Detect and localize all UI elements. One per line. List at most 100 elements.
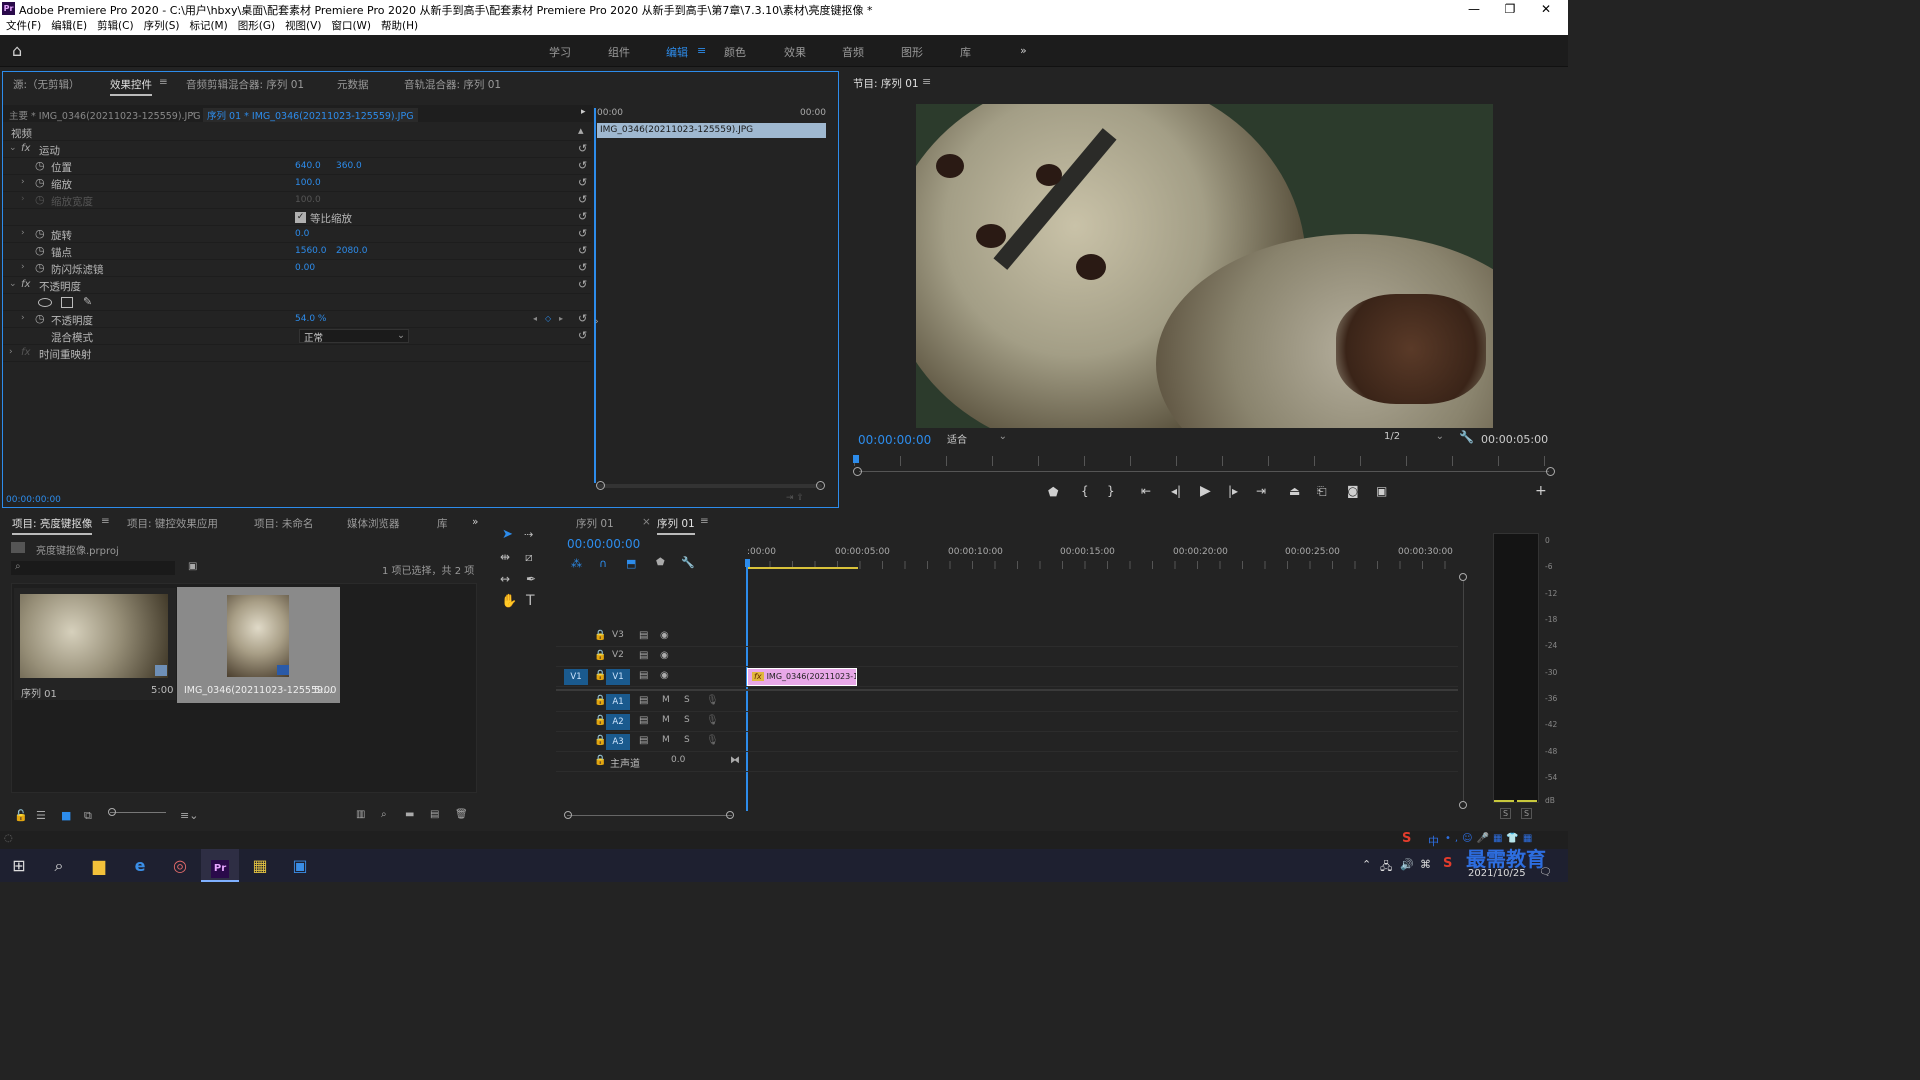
sync-lock-icon[interactable]: ▤ — [639, 670, 648, 681]
collapse-icon[interactable]: ⧓ — [730, 755, 740, 766]
rotation-value[interactable]: 0.0 — [295, 229, 309, 239]
panel-menu-icon[interactable]: ≡ — [159, 76, 168, 88]
lock-icon[interactable]: 🔓 — [14, 809, 28, 822]
add-marker-icon[interactable]: ⬟ — [656, 557, 665, 568]
anti-flicker-value[interactable]: 0.00 — [295, 263, 315, 273]
lock-icon[interactable]: 🔒 — [594, 755, 606, 766]
stopwatch-icon[interactable]: ◷ — [35, 159, 45, 172]
effect-opacity[interactable]: ⌄ fx 不透明度 ↺ — [3, 277, 591, 294]
menu-edit[interactable]: 编辑(E) — [51, 18, 87, 35]
reset-icon[interactable]: ↺ — [578, 244, 587, 257]
volume-icon[interactable]: 🔊 — [1400, 858, 1414, 871]
home-icon[interactable]: ⌂ — [12, 42, 32, 60]
fit-dropdown[interactable]: 适合 ⌄ — [943, 431, 1011, 446]
scroll-handle-left[interactable] — [596, 481, 605, 490]
vertical-scroll-handle[interactable] — [1459, 573, 1467, 581]
track-divider[interactable] — [556, 689, 1458, 691]
automate-to-sequence-icon[interactable]: ▥ — [356, 809, 365, 820]
program-timecode[interactable]: 00:00:00:00 — [858, 433, 931, 447]
effect-controls-timecode[interactable]: 00:00:00:00 — [6, 495, 61, 505]
track-target-v1[interactable]: V1 — [606, 669, 630, 685]
horizontal-scroll-handle[interactable] — [726, 811, 734, 819]
solo-left-button[interactable]: S — [1500, 808, 1512, 819]
new-bin-from-search-icon[interactable]: ▣ — [188, 561, 197, 572]
tab-project-keying[interactable]: 项目: 键控效果应用 — [127, 516, 218, 531]
effect-time-remap[interactable]: › fx 时间重映射 — [3, 345, 591, 362]
program-ruler[interactable] — [854, 456, 1552, 466]
position-x-value[interactable]: 640.0 — [295, 161, 321, 171]
notification-icon[interactable]: 🗨 — [1539, 867, 1552, 878]
file-explorer-icon[interactable]: ▆ — [80, 849, 118, 882]
lift-icon[interactable]: ⏏ — [1289, 484, 1300, 498]
edge-browser-icon[interactable]: e — [121, 849, 159, 882]
mute-button[interactable]: M — [662, 695, 670, 705]
master-volume-value[interactable]: 0.0 — [671, 755, 685, 765]
effect-motion[interactable]: ⌄ fx 运动 ↺ — [3, 141, 591, 158]
chevron-down-icon[interactable]: ⌄ — [189, 107, 197, 117]
reset-icon[interactable]: ↺ — [578, 278, 587, 291]
type-tool-icon[interactable]: T — [526, 593, 535, 609]
tab-media-browser[interactable]: 媒体浏览器 — [347, 516, 400, 531]
horizontal-scrollbar[interactable] — [567, 815, 732, 816]
wrench-icon[interactable]: 🔧 — [1459, 430, 1474, 444]
reset-icon[interactable]: ↺ — [578, 210, 587, 223]
sort-icon[interactable]: ≡⌄ — [180, 809, 198, 822]
add-button-icon[interactable]: + — [1535, 483, 1547, 499]
stopwatch-icon[interactable]: ◷ — [35, 227, 45, 240]
work-area-bar[interactable] — [747, 567, 858, 569]
sync-lock-icon[interactable]: ▤ — [639, 650, 648, 661]
freeform-view-icon[interactable]: ⧉ — [84, 809, 92, 823]
play-icon[interactable]: ▶ — [1200, 483, 1211, 499]
stopwatch-icon[interactable]: ◷ — [35, 244, 45, 257]
trash-icon[interactable]: 🗑 — [455, 809, 468, 820]
razor-tool-icon[interactable]: ⧄ — [525, 550, 533, 565]
new-item-icon[interactable]: ▤ — [430, 809, 439, 820]
microphone-icon[interactable]: 🎙 — [706, 715, 719, 726]
position-y-value[interactable]: 360.0 — [336, 161, 362, 171]
mark-in-icon[interactable]: { — [1081, 484, 1089, 498]
clip-bar[interactable]: IMG_0346(20211023-125559).JPG — [597, 123, 826, 138]
anchor-x-value[interactable]: 1560.0 — [295, 246, 327, 256]
zoom-handle-right[interactable] — [1546, 467, 1555, 476]
project-item-sequence[interactable]: 序列 01 5:00 — [14, 588, 176, 700]
master-clip-label[interactable]: 主要 * IMG_0346(20211023-125559).JPG — [9, 108, 200, 122]
go-to-in-icon[interactable]: ⇤ — [1141, 484, 1151, 498]
playhead-handle[interactable] — [745, 559, 750, 567]
sequence-clip-label[interactable]: 序列 01 * IMG_0346(20211023-125559).JPG — [203, 108, 418, 122]
pen-tool-icon[interactable]: ✒ — [526, 572, 536, 586]
hand-tool-icon[interactable]: ✋ — [501, 594, 517, 609]
step-back-icon[interactable]: ◂| — [1171, 484, 1181, 498]
go-to-out-icon[interactable]: ⇥ — [1256, 484, 1266, 498]
timeline-ruler[interactable]: :00:00 00:00:05:00 00:00:10:00 00:00:15:… — [747, 547, 1457, 573]
zoom-slider[interactable] — [110, 812, 166, 813]
blend-mode-dropdown[interactable]: 正常 ⌄ — [299, 329, 409, 344]
sogou-tray-icon[interactable]: S — [1443, 856, 1452, 871]
lock-icon[interactable]: 🔒 — [594, 735, 606, 746]
track-target-a3[interactable]: A3 — [606, 734, 630, 750]
tab-metadata[interactable]: 元数据 — [337, 77, 369, 92]
snap-icon[interactable]: ⁂ — [571, 557, 582, 570]
menu-sequence[interactable]: 序列(S) — [144, 18, 180, 35]
video-frame[interactable] — [916, 104, 1493, 428]
chevron-up-icon[interactable]: ⌃ — [1362, 858, 1371, 871]
ellipse-mask-icon[interactable] — [38, 298, 52, 307]
microphone-icon[interactable]: 🎙 — [706, 695, 719, 706]
linked-selection-icon[interactable]: ∩ — [599, 557, 607, 570]
lock-icon[interactable]: 🔒 — [594, 715, 606, 726]
selection-tool-icon[interactable]: ➤ — [502, 527, 513, 542]
search-input[interactable]: ⌕ — [11, 561, 175, 575]
menu-clip[interactable]: 剪辑(C) — [97, 18, 134, 35]
vertical-scrollbar[interactable] — [1463, 581, 1464, 801]
solo-button[interactable]: S — [684, 695, 690, 705]
find-icon[interactable]: ⌕ — [381, 809, 387, 820]
timeline-timecode[interactable]: 00:00:00:00 — [567, 537, 640, 551]
scroll-handle-right[interactable] — [816, 481, 825, 490]
comparison-view-icon[interactable]: ▣ — [1376, 484, 1387, 498]
step-forward-icon[interactable]: |▸ — [1228, 484, 1238, 498]
tab-audio-clip-mixer[interactable]: 音频剪辑混合器: 序列 01 — [186, 77, 304, 92]
track-select-tool-icon[interactable]: ⇢ — [524, 528, 533, 541]
uniform-scale-checkbox[interactable]: ✓ — [295, 212, 306, 223]
program-playhead[interactable] — [853, 455, 859, 463]
solo-button[interactable]: S — [684, 735, 690, 745]
resolution-dropdown[interactable]: 1/2 ⌄ — [1380, 431, 1448, 446]
